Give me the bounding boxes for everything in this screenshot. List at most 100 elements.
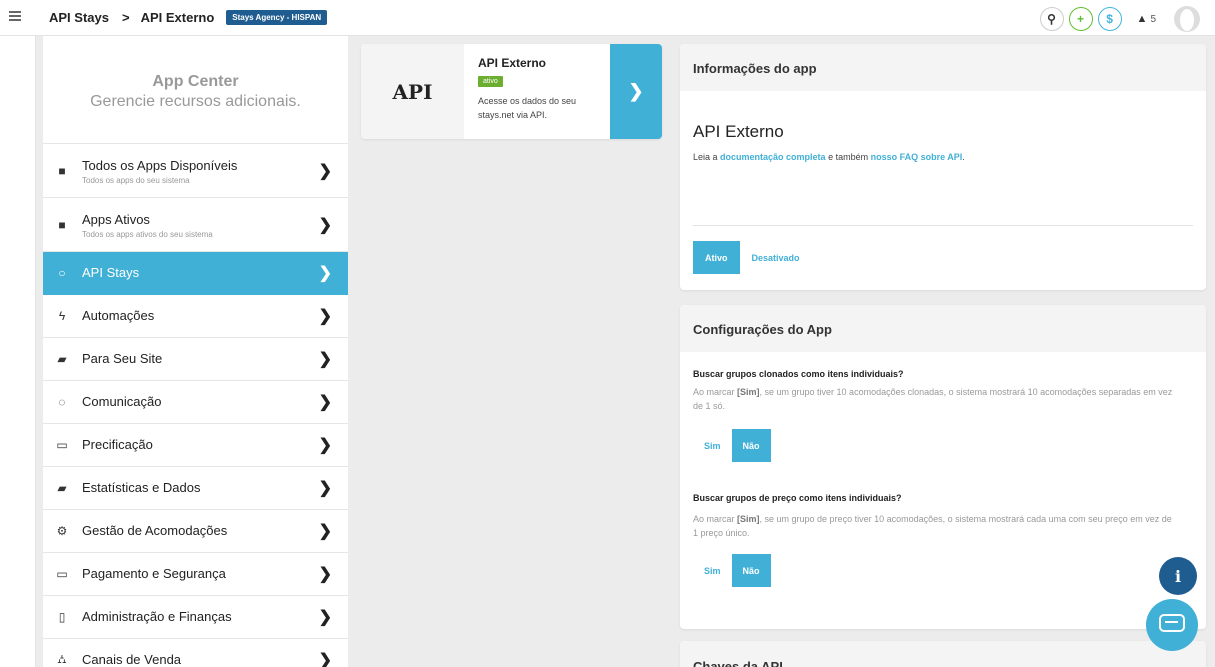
q2-prefix: Ao marcar <box>693 514 738 524</box>
sidebar-item-text: Precificação <box>82 436 153 454</box>
sidebar-item[interactable]: ▰ Estatísticas e Dados ❯ <box>43 467 348 510</box>
api-keys-panel: Chaves da API <box>680 641 1206 667</box>
app-name-title: API Externo <box>693 122 784 141</box>
sidebar-item-label: Canais de Venda <box>82 652 182 667</box>
building-icon: ▯ <box>58 610 66 624</box>
app-config-panel: Configurações do App Buscar grupos clona… <box>680 305 1206 629</box>
chevron-right-icon: ❯ <box>318 480 332 497</box>
credit-card-icon: ▭ <box>56 567 68 581</box>
question-cloned-groups: Buscar grupos clonados como itens indivi… <box>693 369 904 379</box>
sidebar-item[interactable]: ■ Todos os Apps Disponíveis Todos os apps … <box>43 144 348 198</box>
info-icon[interactable]: i <box>1159 557 1197 595</box>
breadcrumb-api-externo[interactable]: API Externo <box>141 10 215 25</box>
app-config-heading: Configurações do App <box>680 305 1206 352</box>
sidebar-header: App Center Gerencie recursos adicionais. <box>43 36 348 144</box>
sidebar-item[interactable]: ⚙ Gestão de Acomodações ❯ <box>43 510 348 553</box>
open-app-chevron-icon[interactable]: ❯ <box>610 44 662 139</box>
agency-badge: Stays Agency - HISPAN <box>226 10 328 25</box>
app-info-panel: Informações do app API Externo Leia a do… <box>680 44 1206 290</box>
alerts-indicator[interactable]: ▲ 5 <box>1137 13 1156 25</box>
sidebar-item-subtitle: Todos os apps ativos do seu sistema <box>82 229 213 239</box>
left-strip <box>0 36 36 667</box>
sidebar-item-text: Estatísticas e Dados <box>82 479 201 497</box>
sidebar-menu: ■ Todos os Apps Disponíveis Todos os apps … <box>43 144 348 667</box>
app-info-heading: Informações do app <box>680 44 1206 91</box>
currency-icon[interactable]: $ <box>1097 7 1122 31</box>
breadcrumb-separator: > <box>121 10 130 25</box>
sidebar-item[interactable]: ■ Apps Ativos Todos os apps ativos do seu … <box>43 198 348 252</box>
active-button[interactable]: Ativo <box>693 241 740 274</box>
price-groups-toggle: Sim Não <box>693 554 771 587</box>
chevron-right-icon: ❯ <box>318 394 332 411</box>
cloned-groups-no-button[interactable]: Não <box>731 429 771 462</box>
q1-text: , se um grupo tiver 10 acomodações clona… <box>693 387 1173 411</box>
sidebar-item[interactable]: ▭ Precificação ❯ <box>43 424 348 467</box>
doc-prefix: Leia a <box>693 152 721 162</box>
documentation-link[interactable]: documentação completa <box>720 152 826 162</box>
faq-link[interactable]: nosso FAQ sobre API <box>871 152 963 162</box>
add-icon[interactable]: + <box>1068 7 1093 31</box>
sidebar-item-text: Administração e Finanças <box>82 608 232 626</box>
question-price-groups: Buscar grupos de preço como itens indivi… <box>693 493 902 503</box>
deactivated-button[interactable]: Desativado <box>740 241 812 274</box>
sidebar-item-label: Automações <box>82 308 155 323</box>
app-card-info: API Externo ativo Acesse os dados do seu… <box>478 56 608 122</box>
sidebar-item[interactable]: ⛼ Canais de Venda ❯ <box>43 639 348 667</box>
sidebar-item-text: Automações <box>82 307 154 325</box>
sidebar-item-text: Pagamento e Segurança <box>82 565 226 583</box>
avatar[interactable] <box>1174 6 1200 32</box>
hamburger-menu-icon[interactable] <box>9 11 21 21</box>
sidebar-item-label: Estatísticas e Dados <box>82 480 201 495</box>
sidebar-item[interactable]: ▭ Pagamento e Segurança ❯ <box>43 553 348 596</box>
cogs-icon: ⚙ <box>56 524 68 538</box>
q2-text: , se um grupo de preço tiver 10 acomodaç… <box>693 514 1172 538</box>
chevron-right-icon: ❯ <box>318 216 332 234</box>
price-groups-no-button[interactable]: Não <box>731 554 771 587</box>
status-toggle: Ativo Desativado <box>693 241 812 274</box>
top-bar: API Stays > API Externo Stays Agency - H… <box>0 0 1215 36</box>
sidebar-item-text: Para Seu Site <box>82 350 162 368</box>
chevron-right-icon: ❯ <box>318 351 332 368</box>
sidebar-item-text: Canais de Venda <box>82 651 181 667</box>
app-center-title: App Center <box>152 73 239 90</box>
chevron-right-icon: ❯ <box>318 652 332 667</box>
chevron-right-icon: ❯ <box>318 523 332 540</box>
search-icon[interactable]: ⚲ <box>1039 7 1064 31</box>
chevron-right-icon: ❯ <box>318 609 332 626</box>
q1-prefix: Ao marcar <box>693 387 738 397</box>
sidebar: App Center Gerencie recursos adicionais.… <box>43 36 348 667</box>
doc-paragraph: Leia a documentação completa e também no… <box>693 152 1193 162</box>
api-logo-text: API <box>392 79 433 104</box>
question-cloned-groups-description: Ao marcar [Sim], se um grupo tiver 10 ac… <box>693 385 1173 413</box>
sidebar-item[interactable]: ▯ Administração e Finanças ❯ <box>43 596 348 639</box>
bolt-icon: ϟ <box>58 309 66 323</box>
cloned-groups-yes-button[interactable]: Sim <box>693 429 732 462</box>
sidebar-item[interactable]: ▰ Para Seu Site ❯ <box>43 338 348 381</box>
q2-bold: [Sim] <box>737 514 760 524</box>
sidebar-item-label: Para Seu Site <box>82 351 163 366</box>
github-icon: ○ <box>58 266 66 280</box>
breadcrumb-api-stays[interactable]: API Stays <box>49 10 109 25</box>
sidebar-item-label: Precificação <box>82 437 153 452</box>
sidebar-item[interactable]: ◌ Comunicação ❯ <box>43 381 348 424</box>
app-card[interactable]: API API Externo ativo Acesse os dados do… <box>361 44 662 139</box>
cloned-groups-toggle: Sim Não <box>693 429 771 462</box>
sitemap-icon: ⛼ <box>57 652 67 666</box>
sidebar-item[interactable]: ϟ Automações ❯ <box>43 295 348 338</box>
chat-icon[interactable] <box>1146 599 1198 651</box>
sidebar-item-label: Gestão de Acomodações <box>82 523 228 538</box>
divider <box>693 225 1193 226</box>
sidebar-item-text: Todos os Apps Disponíveis Todos os apps d… <box>82 157 237 185</box>
price-groups-yes-button[interactable]: Sim <box>693 554 732 587</box>
breadcrumb: API Stays > API Externo Stays Agency - H… <box>49 10 328 25</box>
sidebar-item-label: Comunicação <box>82 394 162 409</box>
folder-icon: ■ <box>58 217 66 232</box>
app-card-description: Acesse os dados do seu stays.net via API… <box>478 96 577 120</box>
sidebar-item-text: Apps Ativos Todos os apps ativos do seu s… <box>82 211 213 239</box>
book-icon: ▰ <box>57 481 67 495</box>
app-card-name: API Externo <box>478 56 547 70</box>
chevron-right-icon: ❯ <box>318 265 332 282</box>
app-center-subtitle: Gerencie recursos adicionais. <box>90 93 301 110</box>
sidebar-item[interactable]: ○ API Stays ❯ <box>43 252 348 295</box>
q1-bold: [Sim] <box>737 387 760 397</box>
